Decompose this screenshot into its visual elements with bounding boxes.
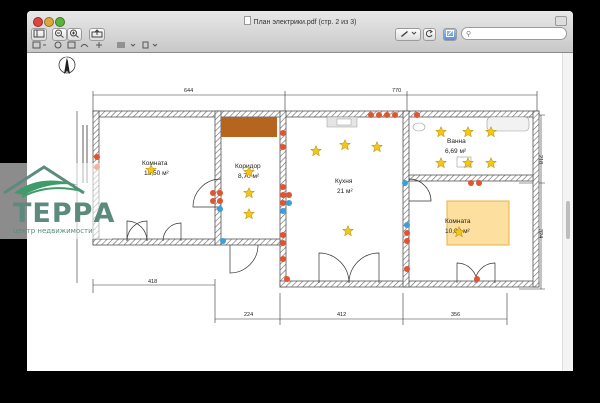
socket-icon (368, 112, 374, 118)
rotate-icon (425, 29, 433, 38)
socket-icon (280, 192, 286, 198)
right-dimension-lines (519, 114, 545, 290)
socket-icon (210, 198, 216, 204)
bathtub-icon (486, 116, 530, 132)
search-field[interactable]: ⚲ (461, 27, 567, 40)
window-title: План электрики.pdf (стр. 2 из 3) (27, 16, 573, 26)
sidebar-icon (33, 29, 45, 38)
socket-icon (474, 276, 480, 282)
doors (126, 178, 496, 284)
light-star-icon (435, 157, 447, 169)
light-star-icon (342, 225, 354, 237)
dimension-top-left: 644 (184, 88, 193, 94)
zoom-in-icon (70, 29, 79, 38)
light-star-icon (243, 208, 255, 220)
socket-icon (468, 180, 474, 186)
fullscreen-toggle-icon[interactable] (555, 16, 567, 26)
socket-icon (404, 222, 410, 228)
socket-icon (280, 200, 286, 206)
socket-icon (384, 112, 390, 118)
socket-icon (476, 180, 482, 186)
dimension-bottom-3: 356 (451, 312, 460, 318)
socket-icon (280, 208, 286, 214)
light-star-icon (243, 187, 255, 199)
socket-icon (404, 238, 410, 244)
socket-icon (284, 276, 290, 282)
socket-icon (220, 238, 226, 244)
kitchen-sink-icon (336, 118, 352, 126)
search-icon: ⚲ (466, 31, 472, 38)
socket-icon (280, 184, 286, 190)
room-3-name: Кухня (335, 178, 353, 185)
room-3-area: 21 м² (337, 188, 354, 195)
socket-icon (280, 256, 286, 262)
socket-icon (217, 206, 223, 212)
socket-icon (280, 130, 286, 136)
room-5-name: Комната (445, 218, 471, 225)
svg-text:N: N (65, 56, 69, 62)
light-star-icon (371, 141, 383, 153)
light-star-icon (310, 145, 322, 157)
markup-toolbar (27, 40, 573, 51)
socket-icon (94, 154, 100, 160)
scrollbar-thumb[interactable] (566, 201, 570, 239)
window-title-text: План электрики.pdf (стр. 2 из 3) (253, 19, 357, 26)
socket-icon (414, 112, 420, 118)
light-star-icon (339, 139, 351, 151)
electrical-sockets (94, 112, 482, 282)
top-dimension-lines (92, 91, 538, 113)
socket-icon (402, 180, 408, 186)
toilet-icon (412, 122, 426, 132)
socket-icon (286, 200, 292, 206)
logo-brand-name: ТЕРРА (13, 198, 116, 229)
share-icon (91, 29, 103, 38)
socket-icon (404, 230, 410, 236)
wardrobe (221, 117, 277, 137)
socket-icon (280, 144, 286, 150)
dimension-bottom-left: 418 (148, 279, 157, 285)
logo-tagline: центр недвижимости (13, 227, 93, 235)
light-star-icon (485, 157, 497, 169)
room-4-area: 6,69 м² (445, 148, 467, 155)
socket-icon (392, 112, 398, 118)
socket-icon (217, 198, 223, 204)
zoom-out-icon (55, 29, 64, 38)
socket-icon (217, 190, 223, 196)
walls (92, 110, 540, 288)
dimension-bottom-2: 412 (337, 312, 346, 318)
markup-icon (446, 30, 454, 37)
vertical-scrollbar[interactable] (562, 53, 573, 371)
logo-house-icon (3, 165, 85, 198)
socket-icon (210, 190, 216, 196)
socket-icon (280, 232, 286, 238)
markup-tools-icons (32, 41, 158, 49)
light-star-icon (435, 126, 447, 138)
room-4-name: Ванна (447, 138, 466, 145)
dimension-top-right: 770 (392, 88, 401, 94)
socket-icon (404, 266, 410, 272)
title-bar: План электрики.pdf (стр. 2 из 3) ⚲ (27, 11, 573, 53)
dimension-bottom-1: 224 (244, 312, 253, 318)
room-1-name: Комната (142, 160, 168, 167)
socket-icon (286, 192, 292, 198)
socket-icon (280, 240, 286, 246)
ceiling-lights (145, 126, 497, 238)
document-icon (243, 16, 251, 25)
socket-icon (376, 112, 382, 118)
pen-icon (401, 31, 417, 37)
light-star-icon (462, 126, 474, 138)
north-arrow-icon: N (58, 56, 76, 74)
